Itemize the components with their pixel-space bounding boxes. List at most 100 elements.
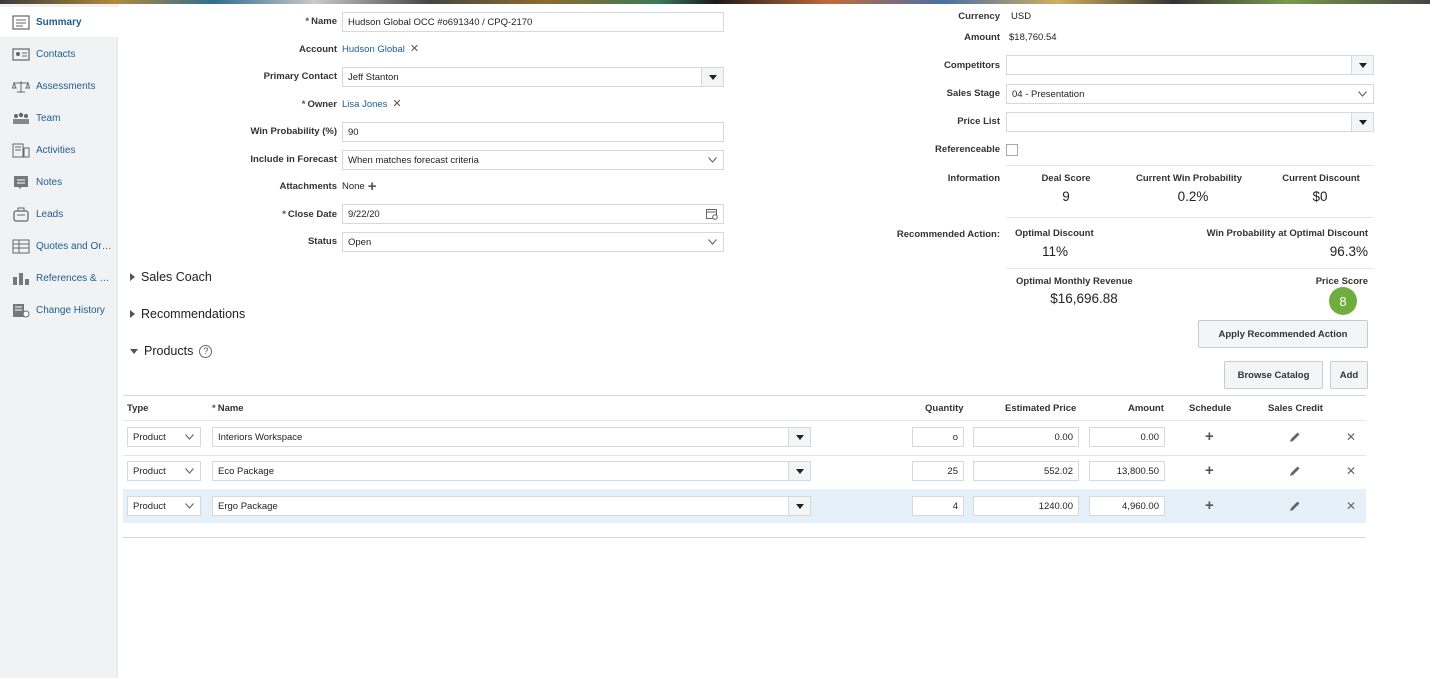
sidebar-item-assessments[interactable]: Assessments xyxy=(0,71,118,101)
chevron-down-icon[interactable] xyxy=(184,465,194,477)
competitors-select[interactable] xyxy=(1006,55,1374,75)
remove-account-icon[interactable]: ✕ xyxy=(410,44,419,55)
column-header-schedule: Schedule xyxy=(1189,403,1232,414)
estimated-price-input[interactable]: 0.00 xyxy=(973,427,1079,447)
product-name-select[interactable]: Interiors Workspace xyxy=(212,427,811,447)
recommended-action-label: Recommended Action: xyxy=(896,229,1000,240)
edit-sales-credit-icon[interactable] xyxy=(1289,431,1301,446)
win-probability-input[interactable]: 90 xyxy=(342,122,724,142)
sidebar-item-quotes[interactable]: Quotes and Ord... xyxy=(0,231,118,261)
optimal-discount-label: Optimal Discount xyxy=(1015,228,1094,239)
column-header-quantity: Quantity xyxy=(925,403,964,414)
estimated-price-input[interactable]: 552.02 xyxy=(973,461,1079,481)
owner-label: * Owner xyxy=(301,99,337,110)
include-forecast-label: Include in Forecast xyxy=(250,154,337,165)
account-link[interactable]: Hudson Global ✕ xyxy=(342,44,419,56)
owner-link[interactable]: Lisa Jones ✕ xyxy=(342,99,402,111)
sales-stage-label: Sales Stage xyxy=(946,88,1000,99)
dropdown-arrow-icon[interactable] xyxy=(1351,113,1373,131)
table-row[interactable]: Product Eco Package 25 552.02 13,800.50 … xyxy=(123,455,1366,489)
amount-input[interactable]: 13,800.50 xyxy=(1089,461,1165,481)
collapse-caret-icon xyxy=(130,348,138,354)
delete-row-icon[interactable]: ✕ xyxy=(1346,430,1356,444)
table-row[interactable]: Product Interiors Workspace o 0.00 0.00 … xyxy=(123,421,1366,455)
edit-sales-credit-icon[interactable] xyxy=(1289,500,1301,515)
quantity-input[interactable]: 4 xyxy=(912,496,964,516)
currency-value: USD xyxy=(1011,11,1032,22)
dropdown-arrow-icon[interactable] xyxy=(788,462,810,480)
chevron-down-icon[interactable] xyxy=(707,236,717,248)
column-header-name: * Name xyxy=(212,403,244,414)
dropdown-arrow-icon[interactable] xyxy=(788,428,810,446)
amount-input[interactable]: 4,960.00 xyxy=(1089,496,1165,516)
product-name-select[interactable]: Ergo Package xyxy=(212,496,811,516)
change-history-icon xyxy=(11,302,30,318)
type-select[interactable]: Product xyxy=(127,496,201,516)
sidebar-item-label: Activities xyxy=(36,144,76,156)
name-input[interactable]: Hudson Global OCC #o691340 / CPQ-2170 xyxy=(342,12,724,32)
sidebar: Summary Contacts Assessments Team Activi… xyxy=(0,4,118,678)
sidebar-item-contacts[interactable]: Contacts xyxy=(0,39,118,69)
type-select[interactable]: Product xyxy=(127,461,201,481)
expand-caret-icon xyxy=(130,310,135,318)
delete-row-icon[interactable]: ✕ xyxy=(1346,499,1356,513)
recommendations-section-toggle[interactable]: Recommendations xyxy=(130,307,245,321)
sidebar-item-leads[interactable]: Leads xyxy=(0,199,118,229)
assessments-icon xyxy=(11,78,30,94)
dropdown-arrow-icon[interactable] xyxy=(1351,56,1373,74)
quotes-icon xyxy=(11,238,30,254)
add-attachment-icon[interactable]: + xyxy=(368,179,377,194)
add-schedule-icon[interactable]: + xyxy=(1205,497,1214,514)
calendar-icon[interactable] xyxy=(706,208,718,223)
quantity-input[interactable]: 25 xyxy=(912,461,964,481)
table-top-border xyxy=(123,395,1366,396)
dropdown-arrow-icon[interactable] xyxy=(788,497,810,515)
quantity-input[interactable]: o xyxy=(912,427,964,447)
type-select[interactable]: Product xyxy=(127,427,201,447)
sidebar-item-notes[interactable]: Notes xyxy=(0,167,118,197)
sidebar-item-team[interactable]: Team xyxy=(0,103,118,133)
amount-label: Amount xyxy=(964,32,1000,43)
dropdown-arrow-icon[interactable] xyxy=(701,68,723,86)
sidebar-item-activities[interactable]: Activities xyxy=(0,135,118,165)
chevron-down-icon[interactable] xyxy=(707,154,717,166)
products-section-toggle[interactable]: Products? xyxy=(130,344,213,358)
delete-row-icon[interactable]: ✕ xyxy=(1346,464,1356,478)
sidebar-item-label: References & C... xyxy=(36,272,114,284)
sales-stage-select[interactable]: 04 - Presentation xyxy=(1006,84,1374,104)
close-date-input[interactable]: 9/22/20 xyxy=(342,204,724,224)
column-header-amount: Amount xyxy=(1128,403,1164,414)
column-header-estimated-price: Estimated Price xyxy=(1005,403,1077,414)
edit-sales-credit-icon[interactable] xyxy=(1289,465,1301,480)
chevron-down-icon[interactable] xyxy=(184,431,194,443)
chevron-down-icon[interactable] xyxy=(1357,88,1367,100)
add-schedule-icon[interactable]: + xyxy=(1205,462,1214,479)
name-label: * Name xyxy=(305,16,337,27)
include-forecast-select[interactable]: When matches forecast criteria xyxy=(342,150,724,170)
column-header-sales-credit: Sales Credit xyxy=(1268,403,1323,414)
optimal-discount-value: 11% xyxy=(1041,244,1069,259)
remove-owner-icon[interactable]: ✕ xyxy=(392,99,401,110)
sidebar-item-references[interactable]: References & C... xyxy=(0,263,118,293)
help-icon[interactable]: ? xyxy=(199,344,213,358)
primary-contact-select[interactable]: Jeff Stanton xyxy=(342,67,724,87)
add-product-button[interactable]: Add xyxy=(1330,361,1368,389)
add-schedule-icon[interactable]: + xyxy=(1205,428,1214,445)
chevron-down-icon[interactable] xyxy=(184,500,194,512)
deal-score-value: 9 xyxy=(1062,189,1070,204)
apply-recommended-action-button[interactable]: Apply Recommended Action xyxy=(1198,320,1368,348)
referenceable-checkbox[interactable] xyxy=(1006,144,1018,156)
browse-catalog-button[interactable]: Browse Catalog xyxy=(1224,361,1323,389)
sidebar-item-change-history[interactable]: Change History xyxy=(0,295,118,325)
status-select[interactable]: Open xyxy=(342,232,724,252)
sales-coach-section-toggle[interactable]: Sales Coach xyxy=(130,270,212,284)
table-row[interactable]: Product Ergo Package 4 1240.00 4,960.00 … xyxy=(123,489,1366,523)
product-name-select[interactable]: Eco Package xyxy=(212,461,811,481)
estimated-price-input[interactable]: 1240.00 xyxy=(973,496,1079,516)
currency-label: Currency xyxy=(958,11,1000,22)
current-discount-label: Current Discount xyxy=(1282,173,1360,184)
sidebar-item-summary[interactable]: Summary xyxy=(0,7,118,37)
amount-input[interactable]: 0.00 xyxy=(1089,427,1165,447)
price-list-select[interactable] xyxy=(1006,112,1374,132)
win-probability-optimal-label: Win Probability at Optimal Discount xyxy=(1206,228,1368,239)
